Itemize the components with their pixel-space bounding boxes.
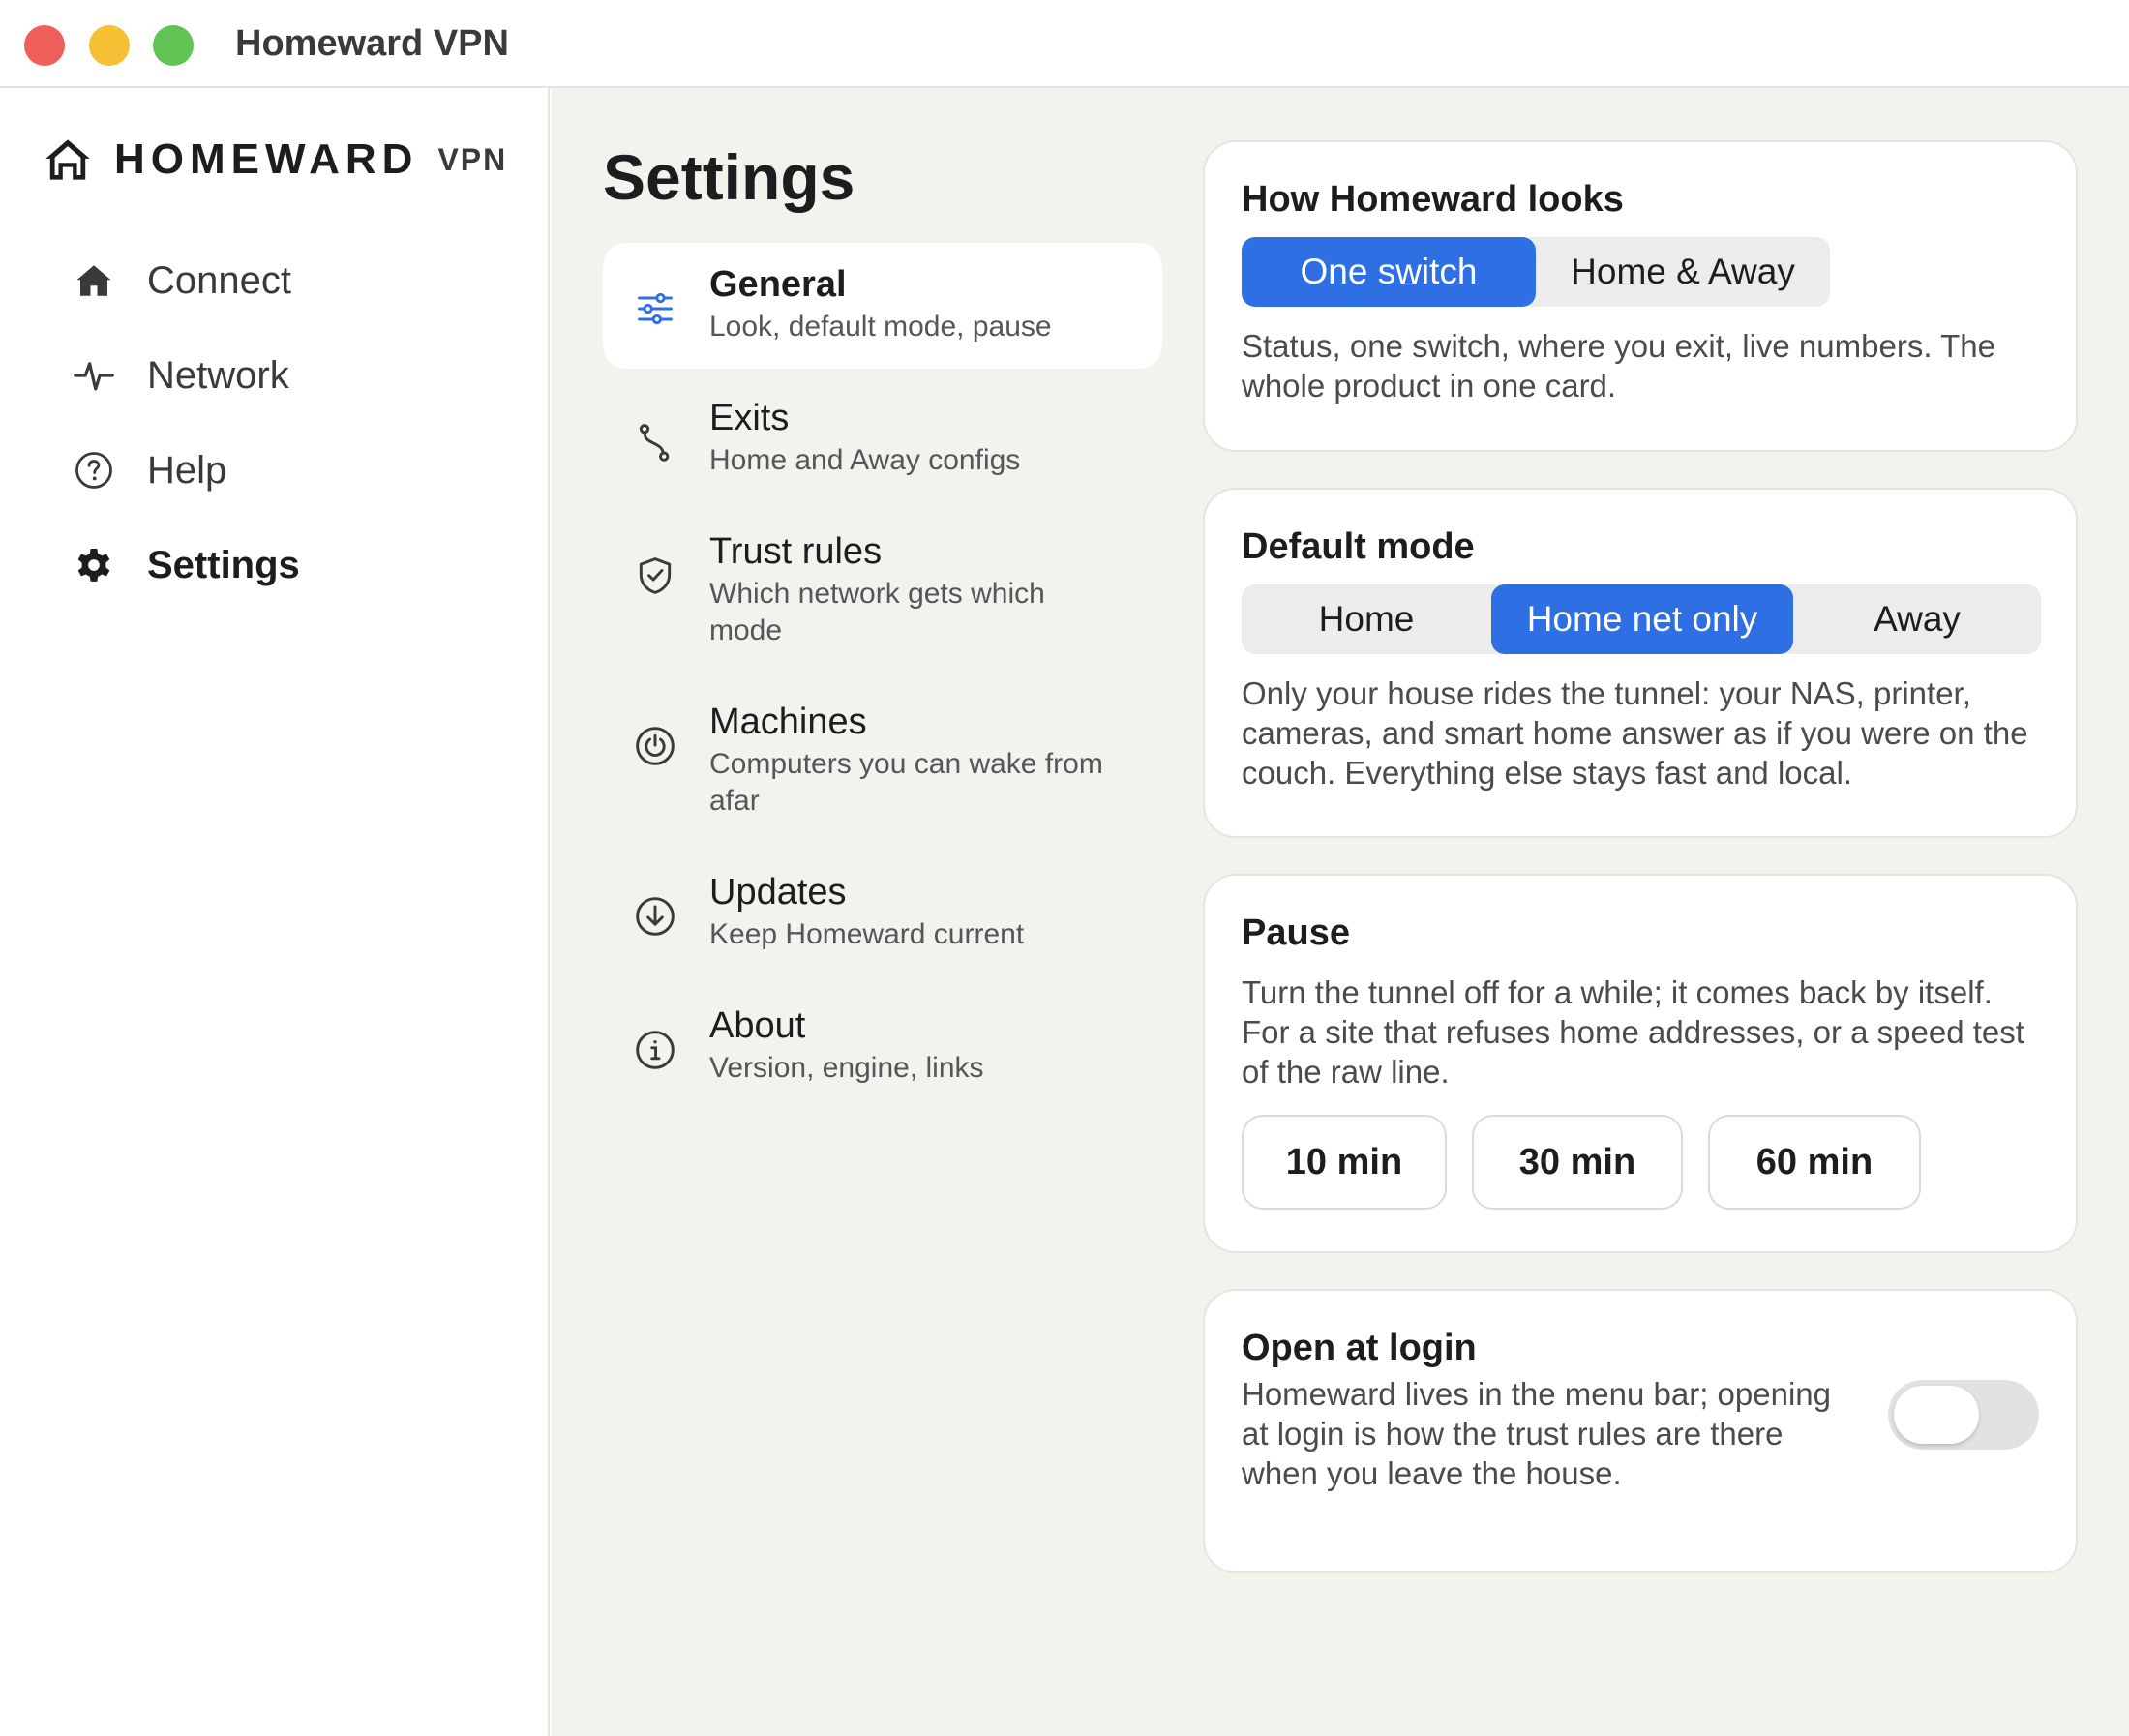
page-title: Settings	[603, 141, 855, 213]
settings-nav-desc: Computers you can wake from afar	[709, 748, 1103, 817]
pause-10-min-button[interactable]: 10 min	[1242, 1115, 1447, 1210]
download-circle-icon	[632, 893, 678, 940]
house-icon	[72, 258, 116, 303]
question-circle-icon	[72, 448, 116, 493]
pause-title: Pause	[1242, 913, 1350, 953]
settings-nav-title: General	[709, 264, 847, 305]
settings-nav-trust-rules[interactable]: Trust rules Which network gets which mod…	[603, 510, 1162, 673]
shield-check-icon	[632, 553, 678, 599]
looks-option-one-switch[interactable]: One switch	[1242, 237, 1536, 307]
settings-nav-title: Machines	[709, 702, 867, 742]
looks-option-home-away[interactable]: Home & Away	[1536, 237, 1830, 307]
settings-nav-exits[interactable]: Exits Home and Away configs	[603, 376, 1162, 502]
open-at-login-title: Open at login	[1242, 1328, 1477, 1368]
settings-nav-desc: Which network gets which mode	[709, 578, 1045, 646]
minimize-window-button[interactable]	[89, 25, 130, 66]
settings-nav-desc: Version, engine, links	[709, 1052, 984, 1084]
settings-nav-title: About	[709, 1005, 806, 1046]
default-mode-segmented-control: Home Home net only Away	[1242, 584, 2041, 654]
sidebar-item-help[interactable]: Help	[39, 423, 523, 518]
open-at-login-card: Open at login Homeward lives in the menu…	[1203, 1289, 2078, 1573]
title-bar: Homeward VPN	[0, 0, 2129, 88]
sidebar-item-label: Connect	[147, 258, 291, 302]
looks-card-description: Status, one switch, where you exit, live…	[1242, 328, 1995, 404]
sliders-icon	[632, 285, 678, 332]
pause-description: Turn the tunnel off for a while; it come…	[1242, 974, 2024, 1090]
settings-nav: General Look, default mode, pause Exits …	[603, 243, 1162, 1118]
house-icon	[45, 139, 90, 180]
looks-card-title: How Homeward looks	[1242, 179, 1624, 220]
power-icon	[632, 723, 678, 769]
settings-nav-desc: Keep Homeward current	[709, 918, 1025, 950]
sidebar-item-label: Network	[147, 353, 289, 397]
gear-icon	[72, 543, 116, 587]
sidebar-item-connect[interactable]: Connect	[39, 233, 523, 328]
settings-nav-title: Trust rules	[709, 531, 883, 572]
sidebar-item-settings[interactable]: Settings	[39, 518, 523, 613]
settings-nav-updates[interactable]: Updates Keep Homeward current	[603, 851, 1162, 976]
default-mode-card: Default mode Home Home net only Away Onl…	[1203, 488, 2078, 838]
default-mode-title: Default mode	[1242, 526, 1475, 567]
pause-30-min-button[interactable]: 30 min	[1472, 1115, 1683, 1210]
sidebar-item-label: Settings	[147, 543, 300, 586]
settings-nav-desc: Look, default mode, pause	[709, 311, 1052, 343]
settings-nav-desc: Home and Away configs	[709, 444, 1021, 476]
mode-option-home[interactable]: Home	[1242, 584, 1491, 654]
maximize-window-button[interactable]	[153, 25, 194, 66]
settings-nav-title: Updates	[709, 872, 847, 913]
settings-nav-machines[interactable]: Machines Computers you can wake from afa…	[603, 680, 1162, 843]
looks-card: How Homeward looks One switch Home & Awa…	[1203, 140, 2078, 452]
brand-logo: HOMEWARD VPN	[43, 131, 507, 189]
info-circle-icon	[632, 1027, 678, 1073]
window-title: Homeward VPN	[235, 23, 509, 64]
route-icon	[632, 419, 678, 465]
sidebar: HOMEWARD VPN Connect Network Help Settin…	[0, 88, 550, 1736]
sidebar-nav: Connect Network Help Settings	[39, 233, 523, 613]
pulse-icon	[72, 353, 116, 398]
looks-segmented-control: One switch Home & Away	[1242, 237, 1830, 307]
mode-option-home-net-only[interactable]: Home net only	[1491, 584, 1793, 654]
main-content: Settings General Look, default mode, pau…	[552, 88, 2129, 1736]
default-mode-description: Only your house rides the tunnel: your N…	[1242, 675, 2028, 791]
brand-name: HOMEWARD	[114, 135, 419, 183]
brand-suffix: VPN	[437, 141, 508, 177]
sidebar-item-label: Help	[147, 448, 227, 492]
app-window: Homeward VPN HOMEWARD VPN Connect Networ…	[0, 0, 2129, 1736]
pause-60-min-button[interactable]: 60 min	[1708, 1115, 1921, 1210]
settings-nav-title: Exits	[709, 398, 790, 438]
close-window-button[interactable]	[24, 25, 65, 66]
sidebar-item-network[interactable]: Network	[39, 328, 523, 423]
pause-duration-buttons: 10 min 30 min 60 min	[1242, 1115, 2039, 1210]
mode-option-away[interactable]: Away	[1793, 584, 2041, 654]
open-at-login-description: Homeward lives in the menu bar; opening …	[1242, 1376, 1832, 1491]
settings-nav-general[interactable]: General Look, default mode, pause	[603, 243, 1162, 369]
pause-card: Pause Turn the tunnel off for a while; i…	[1203, 874, 2078, 1253]
open-at-login-toggle[interactable]	[1888, 1380, 2039, 1450]
settings-nav-about[interactable]: About Version, engine, links	[603, 984, 1162, 1110]
toggle-knob	[1894, 1386, 1979, 1444]
